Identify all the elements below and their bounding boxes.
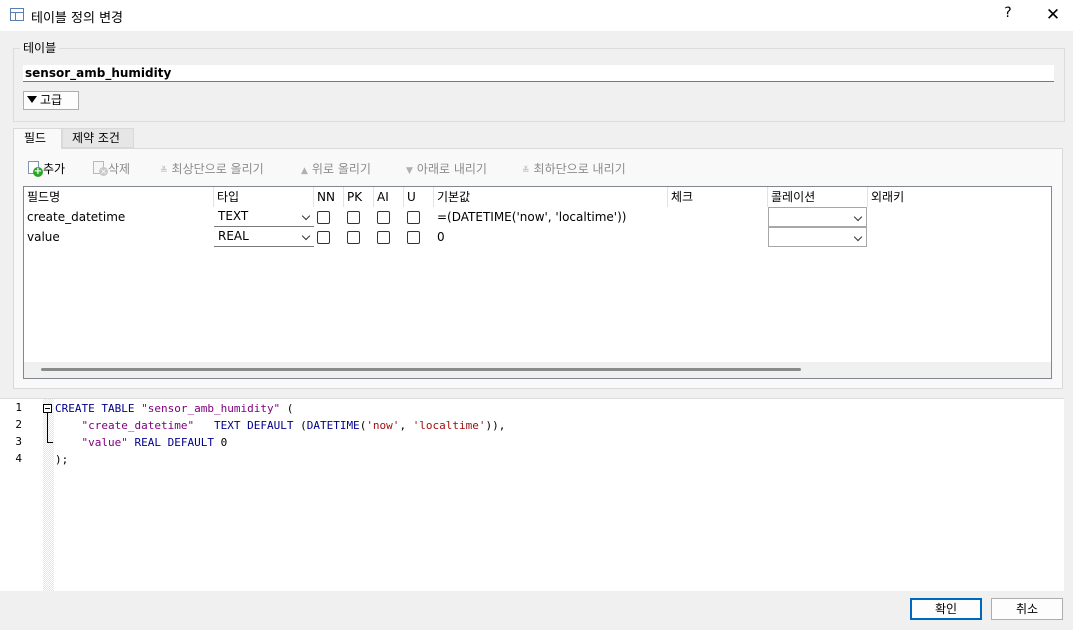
line-number: 1 [15,401,22,414]
move-bottom-button[interactable]: ≚ 최하단으로 내리기 [522,160,626,178]
move-up-button[interactable]: ▲ 위로 올리기 [301,160,371,178]
sql-identifier: "create_datetime" [81,419,195,432]
ai-checkbox[interactable] [377,231,390,244]
nn-checkbox[interactable] [317,231,330,244]
sql-keyword: REAL DEFAULT [134,436,214,449]
chevron-down-icon [301,231,311,241]
table-icon [10,8,24,21]
collation-select[interactable] [768,207,867,227]
sql-keyword: TEXT DEFAULT [213,419,294,432]
pk-checkbox[interactable] [347,211,360,224]
field-name-cell[interactable]: create_datetime [24,207,214,227]
horizontal-scrollbar[interactable] [24,362,1051,378]
move-top-icon: ≚ [160,166,168,176]
delete-field-label: 삭제 [108,162,131,176]
triangle-down-icon [27,96,37,103]
add-field-label: 추가 [43,162,66,176]
pk-checkbox[interactable] [347,231,360,244]
u-checkbox[interactable] [407,211,420,224]
collation-select[interactable] [768,227,867,247]
check-cell[interactable] [668,227,768,247]
sql-editor[interactable]: 1 2 3 4 CREATE TABLE "sensor_amb_humidit… [0,398,1064,591]
move-top-label: 최상단으로 올리기 [171,162,264,176]
foreign-key-cell[interactable] [868,227,1051,247]
move-top-button[interactable]: ≚ 최상단으로 올리기 [160,160,264,178]
move-bottom-icon: ≚ [522,166,530,176]
scrollbar-thumb[interactable] [41,368,801,371]
advanced-button[interactable]: 고급 [23,91,79,110]
line-number: 4 [15,452,22,465]
cancel-button[interactable]: 취소 [991,598,1063,620]
tab-fields[interactable]: 필드 [13,128,62,149]
delete-field-icon: × [92,161,108,176]
fold-end [47,442,53,443]
ok-button[interactable]: 확인 [910,598,982,620]
field-type-select[interactable]: REAL [214,227,314,247]
move-up-icon: ▲ [301,166,308,176]
column-header-default[interactable]: 기본값 [434,187,668,207]
table-group-label: 테이블 [20,39,60,56]
move-bottom-label: 최하단으로 내리기 [533,162,626,176]
table-name-input[interactable]: sensor_amb_humidity [23,65,1054,82]
window-title: 테이블 정의 변경 [31,11,123,26]
field-name-cell[interactable]: value [24,227,214,247]
sql-keyword: CREATE TABLE [55,402,135,415]
close-button[interactable]: ✕ [1041,3,1065,27]
sql-punct: ( [280,402,294,415]
title-bar: 테이블 정의 변경 ? ✕ [0,0,1073,31]
nn-checkbox[interactable] [317,211,330,224]
sql-line-3: "value" REAL DEFAULT 0 [55,434,228,451]
sql-identifier: "sensor_amb_humidity" [141,402,281,415]
move-down-label: 아래로 내리기 [416,162,487,176]
sql-string: 'localtime' [412,419,486,432]
u-checkbox[interactable] [407,231,420,244]
sql-line-4: ); [55,451,68,468]
advanced-label: 고급 [40,93,63,107]
default-value-cell[interactable]: 0 [434,227,668,247]
field-type-value: REAL [218,229,249,243]
tab-constraints[interactable]: 제약 조건 [62,128,134,148]
sql-line-2: "create_datetime" TEXT DEFAULT (DATETIME… [81,419,506,432]
add-field-button[interactable]: + 추가 [27,160,65,178]
move-down-button[interactable]: ▼ 아래로 내리기 [406,160,487,178]
field-type-value: TEXT [218,209,249,223]
column-header-u[interactable]: U [404,187,434,207]
column-header-collation[interactable]: 콜레이션 [768,187,868,207]
line-number: 2 [15,418,22,431]
column-header-type[interactable]: 타입 [214,187,314,207]
foreign-key-cell[interactable] [868,207,1051,227]
column-header-nn[interactable]: NN [314,187,344,207]
chevron-down-icon [301,211,311,221]
ai-checkbox[interactable] [377,211,390,224]
table-group [13,48,1065,122]
sql-number: 0 [213,436,228,449]
column-header-ai[interactable]: AI [374,187,404,207]
delete-field-button[interactable]: × 삭제 [92,160,130,178]
add-field-icon: + [27,161,43,177]
fields-grid: 필드명 타입 NN PK AI U 기본값 체크 콜레이션 외래키 create… [23,186,1052,379]
move-down-icon: ▼ [406,166,413,176]
help-button[interactable]: ? [1000,5,1016,21]
chevron-down-icon [853,212,863,222]
sql-line-1: CREATE TABLE "sensor_amb_humidity" ( [55,400,293,417]
sql-identifier: "value" [81,436,128,449]
column-header-foreign-key[interactable]: 외래키 [868,187,1051,207]
chevron-down-icon [853,232,863,242]
move-up-label: 위로 올리기 [311,162,371,176]
sql-punct: ); [55,453,69,466]
sql-string: 'now' [366,419,400,432]
sql-function: DATETIME [306,419,360,432]
default-value-cell[interactable]: =(DATETIME('now', 'localtime')) [434,207,668,227]
fold-margin [43,399,54,591]
fold-line [47,413,48,442]
field-type-select[interactable]: TEXT [214,207,314,227]
column-header-pk[interactable]: PK [344,187,374,207]
column-header-check[interactable]: 체크 [668,187,768,207]
line-number-gutter: 1 2 3 4 [0,399,43,591]
column-header-name[interactable]: 필드명 [24,187,214,207]
line-number: 3 [15,435,22,448]
check-cell[interactable] [668,207,768,227]
sql-punct: )), [485,419,506,432]
fold-collapse-icon[interactable] [43,404,52,413]
